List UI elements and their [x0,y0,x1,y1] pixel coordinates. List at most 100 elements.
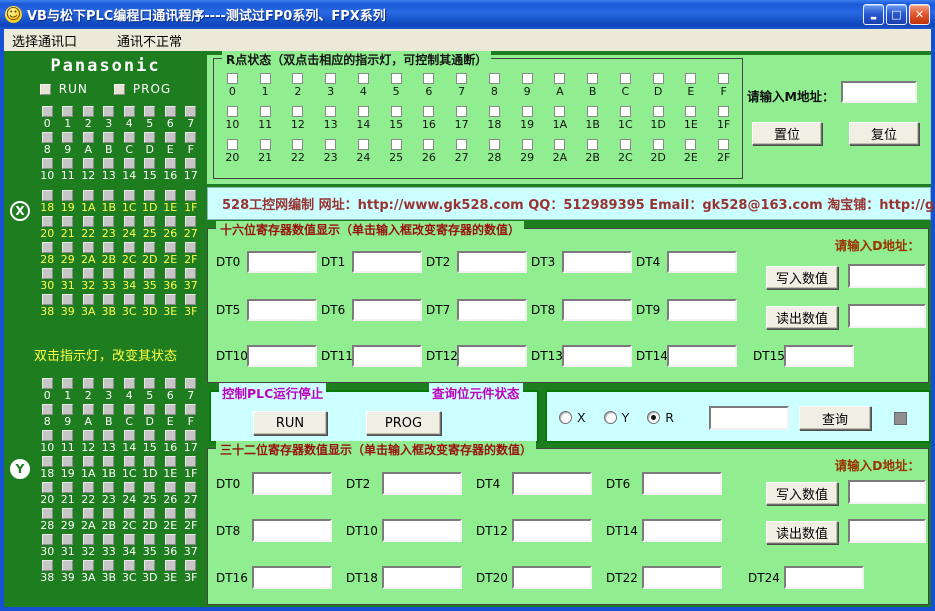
indicator-light[interactable] [103,378,115,389]
r-indicator-light[interactable] [554,73,566,84]
r-indicator-light[interactable] [652,73,664,84]
r-indicator-light[interactable] [325,106,337,117]
indicator-light[interactable] [103,242,115,253]
dt-input[interactable] [252,519,332,542]
indicator-light[interactable] [144,508,156,519]
r-indicator-light[interactable] [423,139,435,150]
r-indicator-light[interactable] [619,106,631,117]
r-indicator-light[interactable] [226,106,238,117]
indicator-light[interactable] [62,216,74,227]
indicator-light[interactable] [41,242,53,253]
indicator-light[interactable] [41,106,53,117]
indicator-light[interactable] [185,190,197,201]
indicator-light[interactable] [82,404,94,415]
indicator-light[interactable] [41,534,53,545]
dt-input[interactable] [247,251,317,273]
indicator-light[interactable] [123,268,135,279]
indicator-light[interactable] [185,268,197,279]
dt-input[interactable] [562,251,632,273]
indicator-light[interactable] [103,456,115,467]
query-address-input[interactable] [709,406,789,430]
r-indicator-light[interactable] [554,106,566,117]
indicator-light[interactable] [103,560,115,571]
indicator-light[interactable] [185,404,197,415]
dt-input[interactable] [784,345,854,367]
radio-option-y[interactable]: Y [603,410,629,425]
indicator-light[interactable] [41,430,53,441]
indicator-light[interactable] [103,216,115,227]
indicator-light[interactable] [123,190,135,201]
r-indicator-light[interactable] [652,139,664,150]
query-button[interactable]: 查询 [799,406,871,430]
r-indicator-light[interactable] [259,73,271,84]
dt-input[interactable] [352,251,422,273]
indicator-light[interactable] [82,268,94,279]
r-indicator-light[interactable] [587,73,599,84]
indicator-light[interactable] [62,378,74,389]
title-bar[interactable]: ☺ VB与松下PLC编程口通讯程序----测试过FP0系列、FPX系列 ▬ □ … [0,0,935,29]
indicator-light[interactable] [41,190,53,201]
r-indicator-light[interactable] [259,139,271,150]
r-indicator-light[interactable] [521,139,533,150]
dt-input[interactable] [252,566,332,589]
set-button[interactable]: 置位 [752,122,822,145]
indicator-light[interactable] [82,294,94,305]
indicator-light[interactable] [41,132,53,143]
run-button[interactable]: RUN [253,411,327,435]
r-indicator-light[interactable] [488,106,500,117]
reg32-d-address-write-input[interactable] [848,480,926,504]
indicator-light[interactable] [144,158,156,169]
indicator-light[interactable] [62,158,74,169]
indicator-light[interactable] [144,294,156,305]
indicator-light[interactable] [82,508,94,519]
indicator-light[interactable] [185,456,197,467]
indicator-light[interactable] [164,132,176,143]
indicator-light[interactable] [123,106,135,117]
indicator-light[interactable] [103,482,115,493]
r-indicator-light[interactable] [488,73,500,84]
menu-item-comm-status[interactable]: 通讯不正常 [109,29,190,52]
indicator-light[interactable] [185,430,197,441]
menu-item-select-comm-port[interactable]: 选择通讯口 [4,29,85,52]
indicator-light[interactable] [164,106,176,117]
dt-input[interactable] [512,472,592,495]
dt-input[interactable] [642,519,722,542]
indicator-light[interactable] [164,508,176,519]
indicator-light[interactable] [123,456,135,467]
indicator-light[interactable] [41,404,53,415]
indicator-light[interactable] [82,158,94,169]
r-indicator-light[interactable] [292,106,304,117]
indicator-light[interactable] [164,560,176,571]
r-indicator-light[interactable] [685,139,697,150]
indicator-light[interactable] [82,132,94,143]
indicator-light[interactable] [123,508,135,519]
r-indicator-light[interactable] [652,106,664,117]
dt-input[interactable] [667,251,737,273]
indicator-light[interactable] [144,216,156,227]
indicator-light[interactable] [103,534,115,545]
indicator-light[interactable] [185,242,197,253]
indicator-light[interactable] [62,456,74,467]
indicator-light[interactable] [185,482,197,493]
r-indicator-light[interactable] [226,139,238,150]
m-address-input[interactable] [841,81,917,103]
indicator-light[interactable] [144,106,156,117]
r-indicator-light[interactable] [357,139,369,150]
dt-input[interactable] [667,299,737,321]
r-indicator-light[interactable] [292,73,304,84]
radio-option-x[interactable]: X [559,410,586,425]
r-indicator-light[interactable] [554,139,566,150]
indicator-light[interactable] [82,106,94,117]
indicator-light[interactable] [144,560,156,571]
dt-input[interactable] [352,299,422,321]
dt-input[interactable] [667,345,737,367]
indicator-light[interactable] [144,268,156,279]
r-indicator-light[interactable] [390,106,402,117]
indicator-light[interactable] [164,242,176,253]
dt-input[interactable] [457,345,527,367]
indicator-light[interactable] [62,534,74,545]
indicator-light[interactable] [103,430,115,441]
minimize-button[interactable]: ▬ [863,4,884,25]
indicator-light[interactable] [164,158,176,169]
indicator-light[interactable] [164,404,176,415]
